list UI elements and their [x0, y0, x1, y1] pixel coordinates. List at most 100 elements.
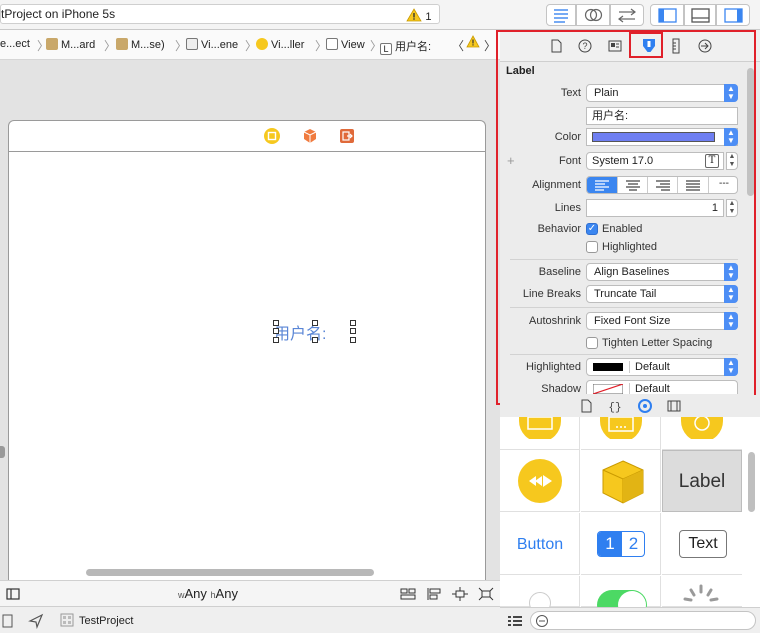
first-responder-icon[interactable]	[301, 127, 319, 145]
warning-count: 1	[425, 11, 432, 23]
selected-label[interactable]: 用户名:	[274, 320, 326, 344]
warning-indicator[interactable]: 1	[406, 8, 431, 23]
code-snippet-icon[interactable]: {}	[608, 399, 622, 413]
text-field-item-text: Text	[679, 530, 727, 558]
scene-dock	[8, 120, 486, 152]
resize-handle[interactable]	[273, 337, 279, 343]
breadcrumb-view-controller[interactable]: Vi...ller	[256, 38, 304, 51]
library-item-switch[interactable]	[581, 576, 661, 620]
warning-icon	[406, 8, 422, 22]
breadcrumb-label: Vi...ller	[271, 39, 305, 51]
assistant-editor-button[interactable]	[576, 4, 610, 26]
align-icon[interactable]	[426, 587, 442, 601]
list-view-icon[interactable]	[508, 615, 522, 627]
breadcrumb-label: 用户名:	[395, 41, 432, 53]
svg-text:{}: {}	[608, 402, 621, 413]
resize-handle[interactable]	[273, 328, 279, 334]
object-library: Label Button 1 2 Text	[500, 417, 760, 620]
library-item-tab-bar-controller[interactable]	[581, 417, 661, 450]
view-controller-scene[interactable]	[8, 120, 486, 580]
device-icon[interactable]	[2, 614, 14, 628]
next-issue-button[interactable]: 〉	[484, 37, 496, 54]
lines-icon	[554, 9, 568, 23]
toggle-debug-button[interactable]	[684, 4, 716, 26]
object-library-icon[interactable]	[637, 398, 653, 414]
toggle-utilities-button[interactable]	[716, 4, 750, 26]
width-class: Any	[184, 586, 207, 601]
library-item-page-view-controller[interactable]	[662, 417, 742, 450]
height-class: Any	[215, 586, 238, 601]
exit-icon[interactable]	[338, 127, 356, 145]
size-class-bar: wAny hAny	[0, 580, 500, 606]
library-item-navigation-controller[interactable]	[500, 417, 580, 450]
tab-bar-controller-icon	[600, 417, 642, 439]
document-outline-icon[interactable]	[6, 588, 20, 600]
assistant-icon	[584, 8, 603, 22]
library-item-button[interactable]: Button	[500, 513, 580, 575]
page-view-controller-icon	[681, 417, 723, 439]
warning-icon	[466, 35, 480, 48]
version-editor-button[interactable]	[610, 4, 644, 26]
breadcrumb-storyboard[interactable]: M...ard	[46, 38, 95, 51]
view-icon	[326, 38, 338, 50]
resolve-icon[interactable]	[478, 587, 494, 601]
breadcrumb-label-item[interactable]: L 用户名:	[380, 38, 431, 55]
file-template-icon[interactable]	[579, 399, 593, 413]
resize-handle[interactable]	[350, 320, 356, 326]
standard-editor-button[interactable]	[546, 4, 576, 26]
pin-icon[interactable]	[452, 587, 468, 601]
jump-bar: e...ect 〉 M...ard 〉 M...se) 〉 Vi...ene 〉…	[0, 30, 500, 60]
breadcrumb-project[interactable]: e...ect	[0, 38, 30, 50]
project-name[interactable]: TestProject	[79, 615, 133, 627]
view-controller-icon[interactable]	[263, 127, 281, 145]
scene-icon	[186, 38, 198, 50]
resize-handle[interactable]	[350, 337, 356, 343]
left-panel-icon	[658, 8, 677, 23]
highlight-annotation-tab	[629, 32, 663, 58]
status-bar: TestProject	[0, 606, 500, 633]
library-tabs: {}	[500, 395, 760, 417]
toolbar: tProject on iPhone 5s 1	[0, 0, 760, 30]
resize-handle[interactable]	[350, 328, 356, 334]
library-item-text-field[interactable]: Text	[662, 513, 742, 575]
previous-issue-button[interactable]: 〈	[452, 37, 464, 54]
library-item-slider[interactable]	[500, 576, 580, 614]
resize-handle[interactable]	[273, 320, 279, 326]
stack-icon[interactable]	[400, 587, 416, 601]
issue-warning[interactable]	[466, 35, 480, 51]
breadcrumb-label: M...ard	[61, 39, 96, 51]
storyboard-icon	[116, 38, 128, 50]
breadcrumb-separator: 〉	[104, 39, 117, 53]
library-item-activity-indicator[interactable]	[662, 576, 742, 607]
scheme-selector[interactable]: tProject on iPhone 5s 1	[0, 4, 440, 24]
media-library-icon[interactable]	[667, 399, 681, 413]
breadcrumb-label: Vi...ene	[201, 39, 239, 51]
scheme-title: tProject on iPhone 5s	[1, 7, 116, 21]
segmented-control-preview: 1 2	[597, 531, 645, 557]
library-item-label[interactable]: Label	[662, 450, 742, 512]
library-item-object[interactable]	[581, 450, 661, 512]
resize-handle[interactable]	[312, 320, 318, 326]
right-panel-icon	[724, 8, 743, 23]
scene-entry-arrow	[0, 446, 5, 458]
library-filter-field[interactable]	[530, 611, 756, 630]
location-icon[interactable]	[28, 613, 44, 629]
resize-handle[interactable]	[312, 337, 318, 343]
navigation-controller-icon	[519, 417, 561, 439]
toggle-navigator-button[interactable]	[650, 4, 684, 26]
project-icon	[60, 613, 74, 627]
label-icon: L	[380, 43, 392, 55]
arrows-icon	[618, 8, 636, 23]
segment-one: 1	[598, 532, 622, 556]
breadcrumb-view[interactable]: View	[326, 38, 365, 51]
breadcrumb-scene[interactable]: Vi...ene	[186, 38, 238, 51]
view-controller-icon	[256, 38, 268, 50]
library-item-media-player[interactable]	[500, 450, 580, 512]
library-item-segmented-control[interactable]: 1 2	[581, 513, 661, 575]
breadcrumb-storyboard-base[interactable]: M...se)	[116, 38, 165, 51]
horizontal-scrollbar[interactable]	[86, 569, 374, 576]
size-class-control[interactable]: wAny hAny	[178, 586, 238, 601]
library-scrollbar[interactable]	[748, 452, 755, 512]
storyboard-icon	[46, 38, 58, 50]
label-item-text: Label	[678, 471, 726, 492]
